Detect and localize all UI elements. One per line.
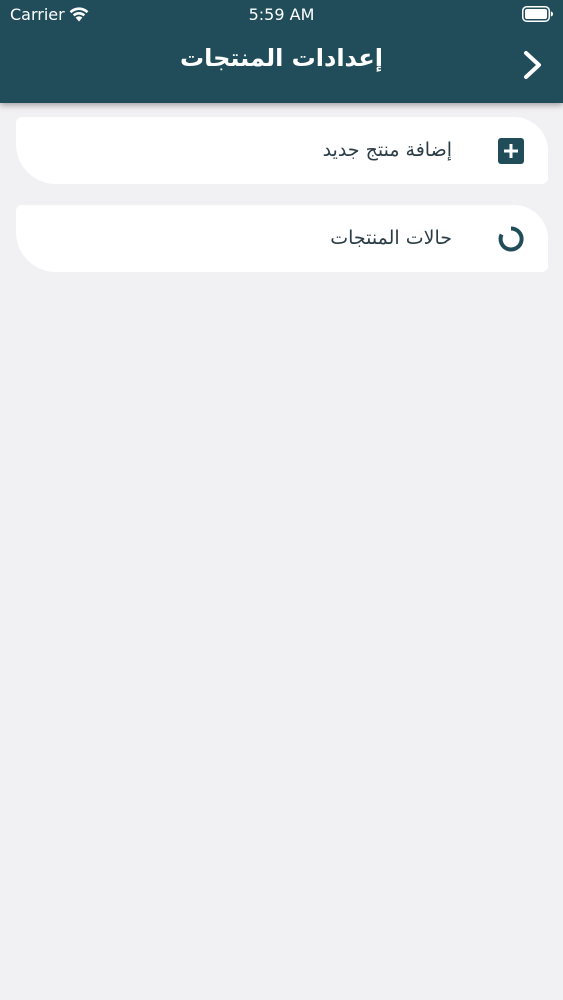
plus-square-icon [498,138,524,164]
product-statuses-label: حالات المنتجات [330,227,452,249]
status-time: 5:59 AM [248,5,315,24]
status-bar: Carrier 5:59 AM [0,0,563,30]
product-statuses-item[interactable]: حالات المنتجات [16,205,548,272]
chevron-right-icon[interactable] [521,48,545,82]
page-title: إعدادات المنتجات [179,44,384,72]
circle-status-icon [498,226,524,252]
app-header: Carrier 5:59 AM إعدادات المنتجات [0,0,563,103]
add-new-product-label: إضافة منتج جديد [322,139,452,161]
battery-icon [522,6,553,22]
add-new-product-item[interactable]: إضافة منتج جديد [16,117,548,184]
